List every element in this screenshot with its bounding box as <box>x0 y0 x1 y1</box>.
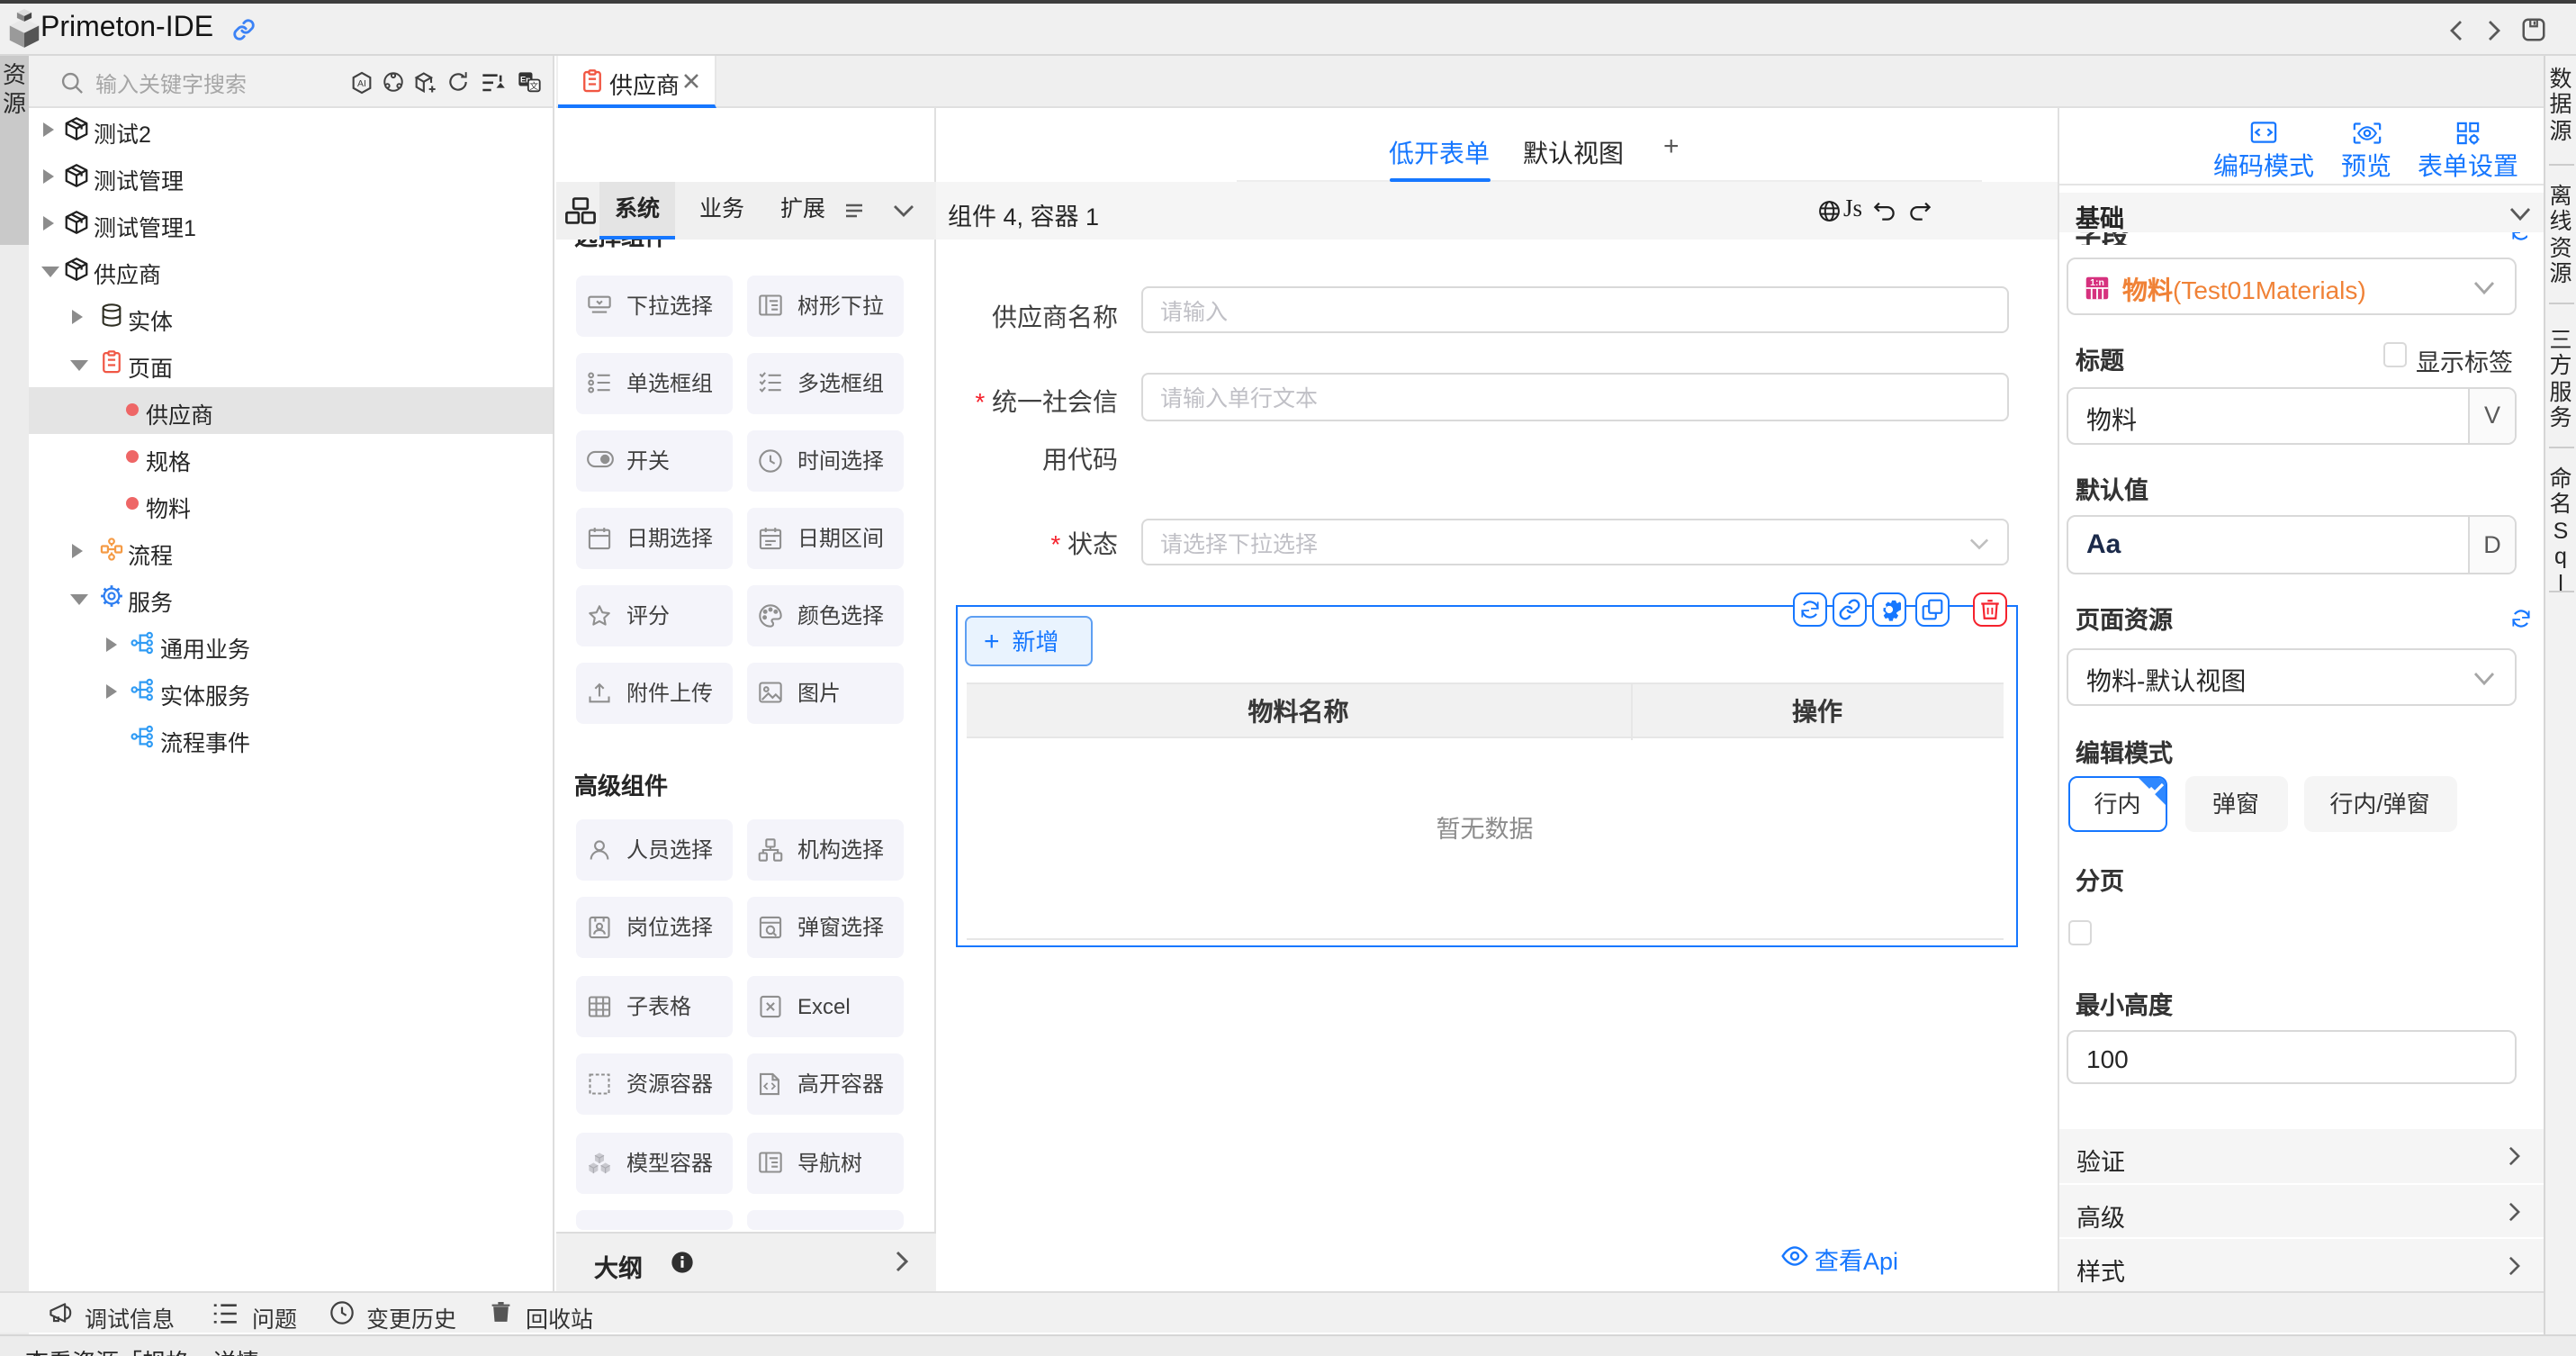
svg-text:1:n: 1:n <box>2090 276 2104 287</box>
svg-text:AI: AI <box>357 77 366 88</box>
svg-text:文: 文 <box>528 79 537 91</box>
